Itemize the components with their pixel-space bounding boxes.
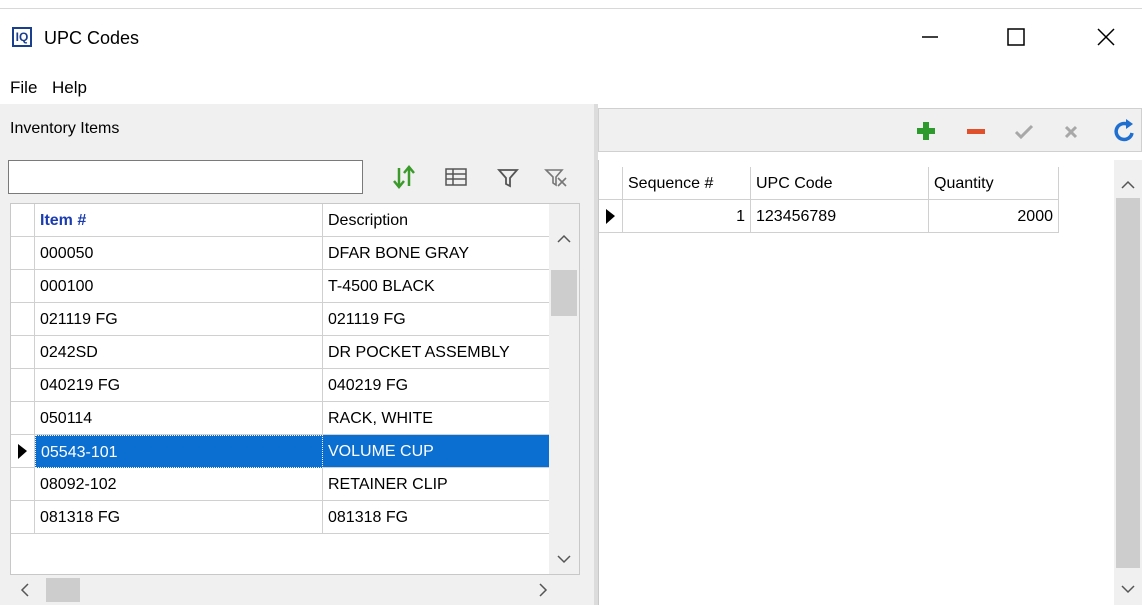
cell-description[interactable]: VOLUME CUP (323, 435, 551, 468)
upc-grid: Sequence # UPC Code Quantity 1 123456789… (598, 160, 1142, 605)
row-indicator (11, 402, 35, 435)
maximize-button[interactable] (986, 14, 1046, 60)
minimize-button[interactable] (900, 14, 960, 60)
cell-item[interactable]: 05543-101 (35, 435, 323, 468)
row-indicator (599, 200, 623, 233)
menu-help[interactable]: Help (52, 78, 87, 98)
table-row[interactable]: 081318 FG 081318 FG (11, 501, 551, 534)
cell-description[interactable]: 081318 FG (323, 501, 551, 534)
sort-icon (393, 165, 415, 189)
cell-description[interactable]: 040219 FG (323, 369, 551, 402)
remove-button[interactable] (963, 118, 989, 149)
cell-upc-code[interactable]: 123456789 (751, 200, 929, 233)
filter-icon (497, 169, 519, 188)
row-indicator (11, 303, 35, 336)
scroll-left-icon[interactable] (10, 575, 40, 605)
close-icon (1097, 28, 1115, 46)
menu-file[interactable]: File (10, 78, 37, 98)
plus-icon (917, 122, 935, 140)
row-indicator (11, 336, 35, 369)
cell-item[interactable]: 050114 (35, 402, 323, 435)
column-header-description[interactable]: Description (323, 204, 551, 237)
row-indicator (11, 270, 35, 303)
row-indicator (11, 468, 35, 501)
cell-description[interactable]: DR POCKET ASSEMBLY (323, 336, 551, 369)
cell-item[interactable]: 000050 (35, 237, 323, 270)
current-row-arrow-icon (606, 209, 615, 224)
refresh-icon (1114, 119, 1134, 142)
minus-icon (967, 129, 985, 134)
vertical-scrollbar[interactable] (549, 204, 579, 574)
row-indicator (11, 369, 35, 402)
cell-item[interactable]: 021119 FG (35, 303, 323, 336)
scroll-thumb[interactable] (1116, 198, 1140, 568)
window-title: UPC Codes (44, 28, 140, 48)
cell-item[interactable]: 000100 (35, 270, 323, 303)
cell-description[interactable]: RACK, WHITE (323, 402, 551, 435)
row-indicator (11, 501, 35, 534)
cell-item[interactable]: 040219 FG (35, 369, 323, 402)
table-row[interactable]: 000050 DFAR BONE GRAY (11, 237, 551, 270)
hscroll-thumb[interactable] (46, 578, 80, 602)
table-row[interactable]: 050114 RACK, WHITE (11, 402, 551, 435)
scroll-down-icon[interactable] (549, 544, 579, 574)
upc-vertical-scrollbar[interactable] (1114, 160, 1142, 605)
scroll-thumb[interactable] (551, 270, 577, 316)
table-row[interactable]: 08092-102 RETAINER CLIP (11, 468, 551, 501)
horizontal-scrollbar[interactable] (10, 575, 580, 605)
row-indicator (11, 435, 35, 468)
cell-item[interactable]: 0242SD (35, 336, 323, 369)
maximize-icon (1007, 28, 1025, 46)
cell-sequence[interactable]: 1 (623, 200, 751, 233)
search-input[interactable] (8, 160, 363, 194)
column-header-upc-code[interactable]: UPC Code (751, 167, 929, 200)
cell-description[interactable]: DFAR BONE GRAY (323, 237, 551, 270)
current-row-arrow-icon (18, 444, 27, 459)
table-row[interactable]: 021119 FG 021119 FG (11, 303, 551, 336)
table-row[interactable]: 040219 FG 040219 FG (11, 369, 551, 402)
scroll-up-icon[interactable] (549, 224, 579, 254)
column-header-quantity[interactable]: Quantity (929, 167, 1059, 200)
columns-button[interactable] (442, 162, 470, 192)
table-row[interactable]: 000100 T-4500 BLACK (11, 270, 551, 303)
columns-icon (445, 168, 467, 186)
cancel-button[interactable] (1058, 118, 1084, 149)
clear-filter-icon (544, 169, 567, 187)
add-button[interactable] (913, 118, 939, 149)
close-button[interactable] (1076, 14, 1136, 60)
scroll-up-icon[interactable] (1114, 170, 1142, 200)
check-icon (1014, 124, 1034, 140)
window-top-edge (0, 0, 1142, 9)
sort-button[interactable] (390, 162, 418, 192)
refresh-button[interactable] (1112, 118, 1138, 149)
row-indicator (11, 237, 35, 270)
filter-button[interactable] (494, 162, 522, 192)
cell-item[interactable]: 081318 FG (35, 501, 323, 534)
cell-item[interactable]: 08092-102 (35, 468, 323, 501)
cell-quantity[interactable]: 2000 (929, 200, 1059, 233)
column-header-item[interactable]: Item # (35, 204, 323, 237)
cell-description[interactable]: T-4500 BLACK (323, 270, 551, 303)
table-row[interactable]: 0242SD DR POCKET ASSEMBLY (11, 336, 551, 369)
header-indicator (11, 204, 35, 237)
scroll-down-icon[interactable] (1114, 574, 1142, 604)
grid-header-row: Item # Description (11, 204, 551, 237)
cell-description[interactable]: 021119 FG (323, 303, 551, 336)
scroll-right-icon[interactable] (528, 575, 558, 605)
header-indicator (599, 167, 623, 200)
app-icon: IQ (12, 27, 32, 47)
minimize-icon (922, 36, 938, 38)
panel-title: Inventory Items (10, 120, 120, 137)
cell-description[interactable]: RETAINER CLIP (323, 468, 551, 501)
post-button[interactable] (1011, 118, 1037, 149)
column-header-sequence[interactable]: Sequence # (623, 167, 751, 200)
cancel-x-icon (1064, 125, 1078, 139)
table-row-selected[interactable]: 05543-101 VOLUME CUP (11, 435, 551, 468)
inventory-grid: Item # Description 000050 DFAR BONE GRAY… (10, 203, 580, 575)
clear-filter-button[interactable] (542, 162, 570, 192)
